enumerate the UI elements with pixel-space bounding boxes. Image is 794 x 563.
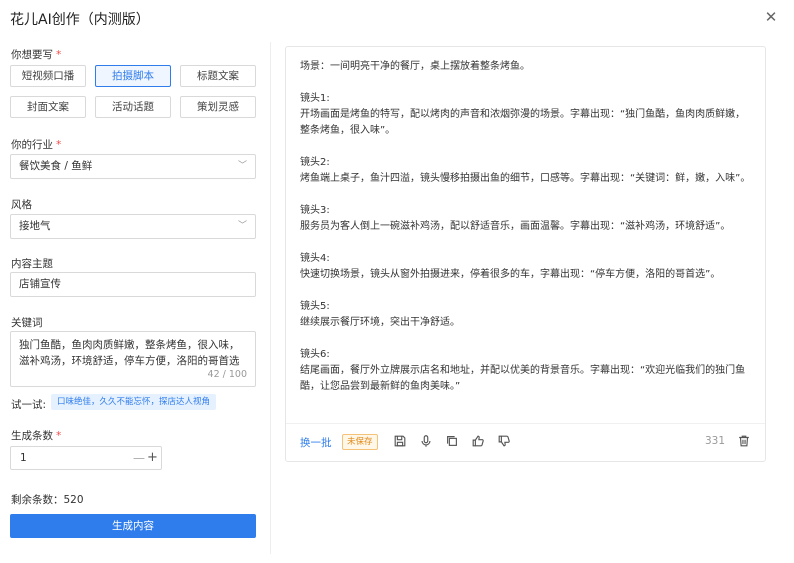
result-paragraph: 场景：一间明亮干净的餐厅，桌上摆放着整条烤鱼。 (300, 59, 752, 75)
remaining-count: 剩余条数：520 (11, 494, 84, 506)
dialog-title: 花儿AI创作（内测版） (10, 12, 150, 28)
type-event-topic-button[interactable]: 活动话题 (95, 96, 171, 118)
close-icon[interactable]: ✕ (762, 8, 780, 26)
keywords-textarea[interactable]: 独门鱼酷，鱼肉肉质鲜嫩，整条烤鱼，很入味，滋补鸡汤，环境舒适，停车方便，洛阳的哥… (10, 331, 256, 387)
paragraph-text: 场景：一间明亮干净的餐厅，桌上摆放着整条烤鱼。 (300, 61, 530, 72)
result-content: 场景：一间明亮干净的餐厅，桌上摆放着整条烤鱼。 镜头1: 开场画面是烤鱼的特写，… (300, 59, 752, 421)
shot-heading: 镜头5: (300, 301, 330, 312)
paragraph-text: 开场画面是烤鱼的特写，配以烤肉的声音和浓烟弥漫的场景。字幕出现：“独门鱼酷，鱼肉… (300, 109, 746, 136)
style-label: 风格 (11, 199, 32, 211)
thumb-up-icon[interactable] (470, 433, 486, 449)
paragraph-text: 快速切换场景，镜头从窗外拍摄进来，停着很多的车，字幕出现：“停车方便，洛阳的哥首… (300, 269, 721, 280)
shot-heading: 镜头6: (300, 349, 330, 360)
generate-button[interactable]: 生成内容 (10, 514, 256, 538)
count-label: 生成条数 * (11, 430, 62, 442)
trash-icon[interactable] (736, 433, 752, 449)
paragraph-text: 结尾画面，餐厅外立牌展示店名和地址，并配以优美的背景音乐。字幕出现：“欢迎光临我… (300, 365, 746, 392)
paragraph-text: 继续展示餐厅环境，突出干净舒适。 (300, 317, 460, 328)
result-paragraph: 镜头1: 开场画面是烤鱼的特写，配以烤肉的声音和浓烟弥漫的场景。字幕出现：“独门… (300, 91, 752, 139)
plus-icon[interactable]: + (147, 447, 158, 469)
count-stepper[interactable]: 1 — + (10, 446, 162, 470)
word-count: 331 (705, 435, 726, 447)
style-value: 接地气 (19, 220, 51, 232)
count-value[interactable]: 1 (20, 447, 27, 469)
industry-select[interactable]: 餐饮美食 / 鱼鲜 ﹀ (10, 154, 256, 179)
shot-heading: 镜头2: (300, 157, 330, 168)
keywords-label: 关键词 (11, 317, 43, 329)
industry-value: 餐饮美食 / 鱼鲜 (19, 160, 93, 172)
paragraph-text: 服务员为客人倒上一碗滋补鸡汤，配以舒适音乐，画面温馨。字幕出现：“滋补鸡汤，环境… (300, 221, 731, 232)
topic-input[interactable]: 店铺宣传 (10, 272, 256, 297)
shot-heading: 镜头3: (300, 205, 330, 216)
result-card: 场景：一间明亮干净的餐厅，桌上摆放着整条烤鱼。 镜头1: 开场画面是烤鱼的特写，… (285, 46, 766, 462)
save-icon[interactable] (392, 433, 408, 449)
topic-label: 内容主题 (11, 258, 53, 270)
chevron-down-icon: ﹀ (237, 221, 247, 231)
want-label: 你想要写 * (11, 49, 62, 61)
industry-label: 你的行业 * (11, 139, 62, 151)
chevron-down-icon: ﹀ (237, 161, 247, 171)
result-paragraph: 镜头3: 服务员为客人倒上一碗滋补鸡汤，配以舒适音乐，画面温馨。字幕出现：“滋补… (300, 203, 752, 235)
copy-icon[interactable] (444, 433, 460, 449)
panel-divider (270, 42, 271, 554)
paragraph-text: 烤鱼端上桌子，鱼汁四溢，镜头慢移拍摄出鱼的细节，口感等。字幕出现：“关键词：鲜，… (300, 173, 751, 184)
shot-heading: 镜头1: (300, 93, 330, 104)
result-paragraph: 镜头5: 继续展示餐厅环境，突出干净舒适。 (300, 299, 752, 331)
result-paragraph: 镜头6: 结尾画面，餐厅外立牌展示店名和地址，并配以优美的背景音乐。字幕出现：“… (300, 347, 752, 395)
shot-heading: 镜头4: (300, 253, 330, 264)
type-planning-idea-button[interactable]: 策划灵感 (180, 96, 256, 118)
result-paragraph: 镜头2: 烤鱼端上桌子，鱼汁四溢，镜头慢移拍摄出鱼的细节，口感等。字幕出现：“关… (300, 155, 752, 187)
regenerate-button[interactable]: 换一批 (300, 435, 332, 450)
keywords-counter: 42 / 100 (207, 369, 247, 380)
type-short-video-button[interactable]: 短视频口播 (10, 65, 86, 87)
type-shoot-script-button[interactable]: 拍摄脚本 (95, 65, 171, 87)
microphone-icon[interactable] (418, 433, 434, 449)
type-title-copy-button[interactable]: 标题文案 (180, 65, 256, 87)
result-toolbar: 换一批 未保存 331 (286, 423, 765, 461)
try-label: 试一试: (11, 399, 47, 411)
try-suggestion-tag[interactable]: 口味绝佳，久久不能忘怀，探店达人视角 (51, 394, 217, 410)
keywords-text: 独门鱼酷，鱼肉肉质鲜嫩，整条烤鱼，很入味，滋补鸡汤，环境舒适，停车方便，洛阳的哥… (19, 339, 240, 367)
style-select[interactable]: 接地气 ﹀ (10, 214, 256, 239)
unsaved-badge: 未保存 (342, 434, 378, 450)
result-paragraph: 镜头4: 快速切换场景，镜头从窗外拍摄进来，停着很多的车，字幕出现：“停车方便，… (300, 251, 752, 283)
thumb-down-icon[interactable] (496, 433, 512, 449)
type-cover-copy-button[interactable]: 封面文案 (10, 96, 86, 118)
minus-icon[interactable]: — (133, 447, 145, 469)
